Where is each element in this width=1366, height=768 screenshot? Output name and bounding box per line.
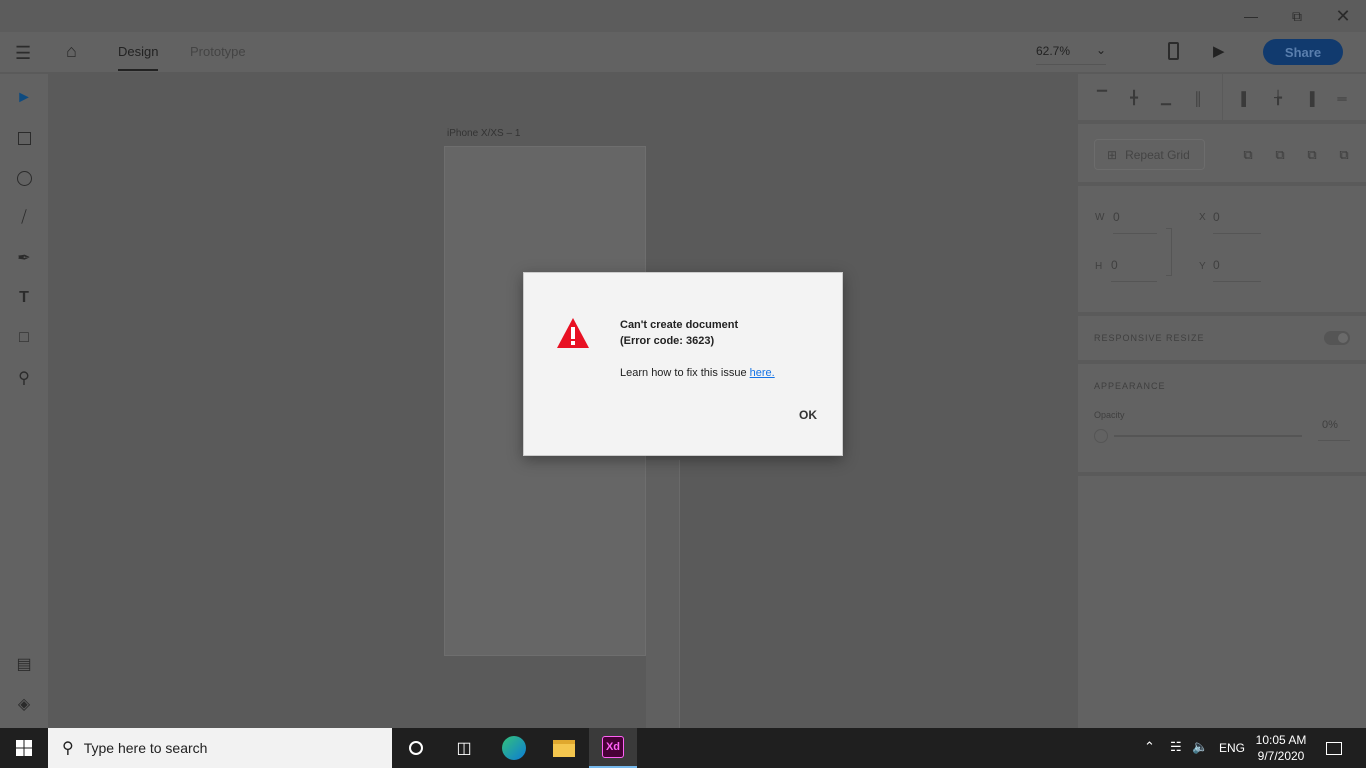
align-top-icon[interactable]: ▔: [1094, 90, 1110, 106]
align-center-icon[interactable]: ╆: [1270, 90, 1286, 106]
rectangle-tool-icon[interactable]: [12, 126, 36, 150]
repeat-grid-button[interactable]: ⊞ Repeat Grid: [1094, 139, 1205, 170]
text-tool-icon[interactable]: T: [12, 286, 36, 310]
network-icon[interactable]: ☵: [1170, 739, 1182, 755]
search-placeholder: Type here to search: [83, 740, 208, 756]
x-label: X: [1199, 212, 1206, 223]
x-input[interactable]: 0: [1213, 210, 1261, 234]
restore-button[interactable]: ⧉: [1274, 0, 1320, 32]
distribute-vertical-icon[interactable]: ═: [1334, 90, 1350, 106]
align-bottom-icon[interactable]: ▁: [1158, 90, 1174, 106]
close-button[interactable]: ✕: [1320, 0, 1366, 32]
assets-icon[interactable]: ▤: [12, 652, 36, 676]
opacity-slider-handle[interactable]: [1094, 429, 1108, 443]
align-middle-icon[interactable]: ╋: [1126, 90, 1142, 106]
width-label: W: [1095, 212, 1105, 223]
taskbar-search-box[interactable]: ⚲ Type here to search: [48, 728, 392, 768]
artboard-tool-icon[interactable]: □: [12, 326, 36, 350]
property-inspector: ▔ ╋ ▁ ║ ▌ ╆ ▐ ═ ⊞ Repeat Grid ⧉ ⧉ ⧉ ⧉ W 0…: [1078, 74, 1366, 728]
adobe-xd-taskbar-icon[interactable]: Xd: [589, 728, 637, 768]
height-input[interactable]: 0: [1111, 258, 1157, 282]
time: 10:05 AM: [1255, 733, 1307, 747]
app-toolbar: ☰ ⌂ Design Prototype 62.7% ⌄ ▶ Share: [0, 32, 1366, 72]
zoom-value: 62.7%: [1036, 44, 1071, 58]
tab-design[interactable]: Design: [118, 44, 159, 71]
edge-browser-icon[interactable]: [490, 728, 538, 768]
tools-sidebar: ► ⧸ ✒ T □ ⚲ ▤ ◈: [0, 74, 48, 728]
pen-tool-icon[interactable]: ✒: [12, 246, 36, 270]
y-label: Y: [1199, 261, 1206, 272]
opacity-input[interactable]: 0%: [1318, 419, 1350, 441]
boolean-intersect-icon[interactable]: ⧉: [1304, 147, 1320, 163]
repeat-grid-label: Repeat Grid: [1125, 147, 1190, 162]
windows-start-icon[interactable]: [0, 728, 48, 768]
device-preview-icon[interactable]: [1168, 42, 1179, 60]
help-link[interactable]: here.: [750, 367, 775, 379]
height-label: H: [1095, 261, 1103, 272]
ok-button[interactable]: OK: [790, 403, 826, 427]
title-bar: — ⧉ ✕: [0, 0, 1366, 32]
grid-icon: ⊞: [1107, 147, 1118, 162]
appearance-heading: APPEARANCE: [1094, 381, 1166, 391]
taskbar: ⚲ Type here to search ◫ Xd ⌃ ☵ 🔈 ENG 10:0…: [0, 728, 1366, 768]
chevron-down-icon: ⌄: [1096, 43, 1107, 57]
task-view-icon[interactable]: ◫: [440, 728, 488, 768]
clock[interactable]: 10:05 AM 9/7/2020: [1250, 732, 1312, 764]
width-input[interactable]: 0: [1113, 210, 1157, 234]
file-explorer-icon[interactable]: [540, 728, 588, 768]
artboard-overflow: [646, 460, 680, 728]
tab-prototype[interactable]: Prototype: [190, 44, 246, 59]
warning-icon: [557, 318, 589, 348]
lock-aspect-icon[interactable]: [1166, 228, 1172, 276]
opacity-label: Opacity: [1094, 410, 1125, 420]
select-tool-icon[interactable]: ►: [12, 86, 36, 110]
language-indicator[interactable]: ENG: [1219, 741, 1245, 755]
boolean-add-icon[interactable]: ⧉: [1240, 147, 1256, 163]
help-text: Learn how to fix this issue here.: [620, 367, 775, 379]
search-icon: ⚲: [62, 740, 74, 757]
responsive-resize-toggle[interactable]: [1324, 331, 1350, 345]
boolean-subtract-icon[interactable]: ⧉: [1272, 147, 1288, 163]
ellipse-tool-icon[interactable]: [12, 166, 36, 190]
zoom-select[interactable]: 62.7% ⌄: [1036, 43, 1107, 65]
artboard-label[interactable]: iPhone X/XS – 1: [447, 128, 520, 139]
notifications-icon[interactable]: [1310, 728, 1358, 768]
zoom-tool-icon[interactable]: ⚲: [12, 366, 36, 390]
responsive-resize-label: RESPONSIVE RESIZE: [1094, 333, 1205, 343]
align-left-icon[interactable]: ▌: [1238, 90, 1254, 106]
play-icon[interactable]: ▶: [1213, 42, 1225, 60]
dialog-title: Can't create document: [620, 319, 739, 331]
share-button[interactable]: Share: [1263, 39, 1343, 65]
y-input[interactable]: 0: [1213, 258, 1261, 282]
line-tool-icon[interactable]: ⧸: [12, 206, 36, 230]
minimize-button[interactable]: —: [1228, 0, 1274, 32]
date: 9/7/2020: [1257, 749, 1305, 763]
error-dialog: Can't create document (Error code: 3623)…: [523, 272, 843, 456]
volume-icon[interactable]: 🔈: [1192, 739, 1208, 755]
hamburger-menu-icon[interactable]: ☰: [15, 43, 31, 64]
boolean-exclude-icon[interactable]: ⧉: [1336, 147, 1352, 163]
distribute-horizontal-icon[interactable]: ║: [1190, 90, 1206, 106]
home-icon[interactable]: ⌂: [66, 41, 77, 62]
error-code: (Error code: 3623): [620, 335, 715, 347]
help-text-label: Learn how to fix this issue: [620, 367, 750, 379]
show-hidden-icons-icon[interactable]: ⌃: [1144, 739, 1155, 755]
layers-icon[interactable]: ◈: [12, 692, 36, 716]
cortana-icon[interactable]: [392, 728, 440, 768]
opacity-slider-track[interactable]: [1114, 435, 1302, 437]
align-right-icon[interactable]: ▐: [1302, 90, 1318, 106]
